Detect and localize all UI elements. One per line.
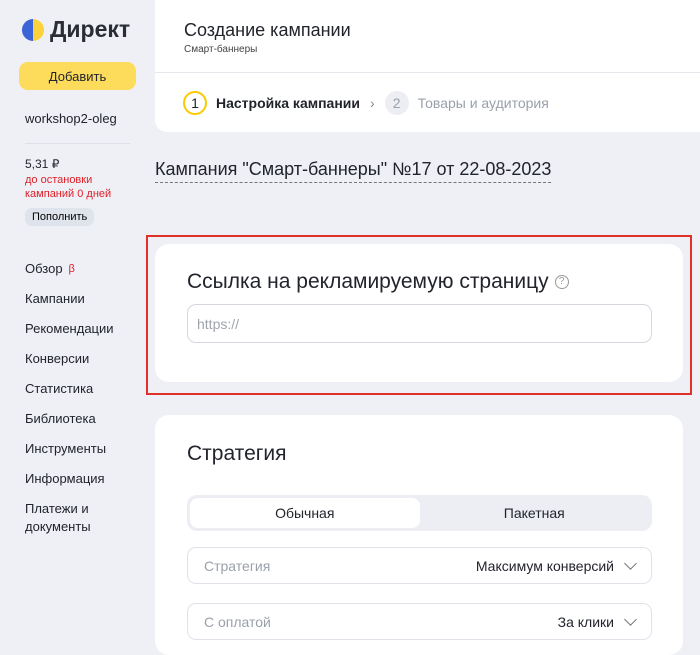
select-label: С оплатой	[204, 613, 271, 630]
stepper: 1 Настройка кампании › 2 Товары и аудито…	[183, 91, 549, 115]
nav-item-campaigns[interactable]: Кампании	[25, 290, 125, 320]
page-title: Создание кампании	[184, 20, 351, 40]
nav-item-tools[interactable]: Инструменты	[25, 440, 125, 470]
beta-badge: β	[68, 263, 75, 275]
account-login[interactable]: workshop2-oleg	[25, 111, 117, 126]
logo-text: Директ	[50, 16, 131, 42]
step-2-number: 2	[384, 91, 409, 115]
sidebar: Директ Добавить workshop2-oleg 5,31 ₽ до…	[0, 0, 150, 639]
logo[interactable]: Директ	[22, 16, 130, 43]
strategy-card: Стратегия Обычная Пакетная Стратегия Макс…	[155, 415, 683, 655]
nav-item-payments[interactable]: Платежи и документы	[25, 500, 125, 540]
divider	[155, 72, 700, 73]
nav-item-library[interactable]: Библиотека	[25, 410, 125, 440]
page-header: Создание кампании Смарт-баннеры 1 Настро…	[155, 0, 700, 132]
nav-item-conversions[interactable]: Конверсии	[25, 350, 125, 380]
highlight-box	[146, 235, 692, 395]
payment-select[interactable]: С оплатой За клики	[187, 603, 652, 640]
select-label: Стратегия	[204, 557, 271, 574]
tab-package[interactable]: Пакетная	[420, 498, 650, 528]
nav-item-statistics[interactable]: Статистика	[25, 380, 125, 410]
step-1-number: 1	[183, 91, 207, 115]
select-value: Максимум конверсий	[475, 557, 614, 574]
topup-button[interactable]: Пополнить	[25, 208, 95, 226]
chevron-down-icon	[624, 556, 637, 570]
step-2-label[interactable]: Товары и аудитория	[418, 95, 549, 111]
balance-warning: до остановки кампаний 0 дней	[25, 174, 112, 200]
nav-item-overview[interactable]: Обзор β	[25, 260, 125, 290]
select-value: За клики	[557, 613, 614, 630]
page-subtitle: Смарт-баннеры	[184, 44, 258, 55]
add-button[interactable]: Добавить	[19, 62, 136, 90]
strategy-type-switch: Обычная Пакетная	[187, 495, 652, 531]
tab-regular[interactable]: Обычная	[190, 498, 420, 528]
nav-menu: Обзор β Кампании Рекомендации Конверсии С…	[25, 260, 125, 540]
chevron-down-icon	[624, 612, 637, 626]
step-1-label[interactable]: Настройка кампании	[216, 95, 360, 111]
nav-item-info[interactable]: Информация	[25, 470, 125, 500]
nav-label: Обзор	[25, 261, 63, 276]
direct-logo-icon	[22, 18, 44, 41]
divider	[25, 143, 130, 144]
campaign-name[interactable]: Кампания "Смарт-баннеры" №17 от 22-08-20…	[155, 159, 552, 183]
strategy-title: Стратегия	[187, 442, 287, 465]
balance: 5,31 ₽	[25, 157, 60, 171]
chevron-right-icon: ›	[370, 95, 375, 111]
strategy-select[interactable]: Стратегия Максимум конверсий	[187, 547, 652, 584]
nav-item-recommendations[interactable]: Рекомендации	[25, 320, 125, 350]
